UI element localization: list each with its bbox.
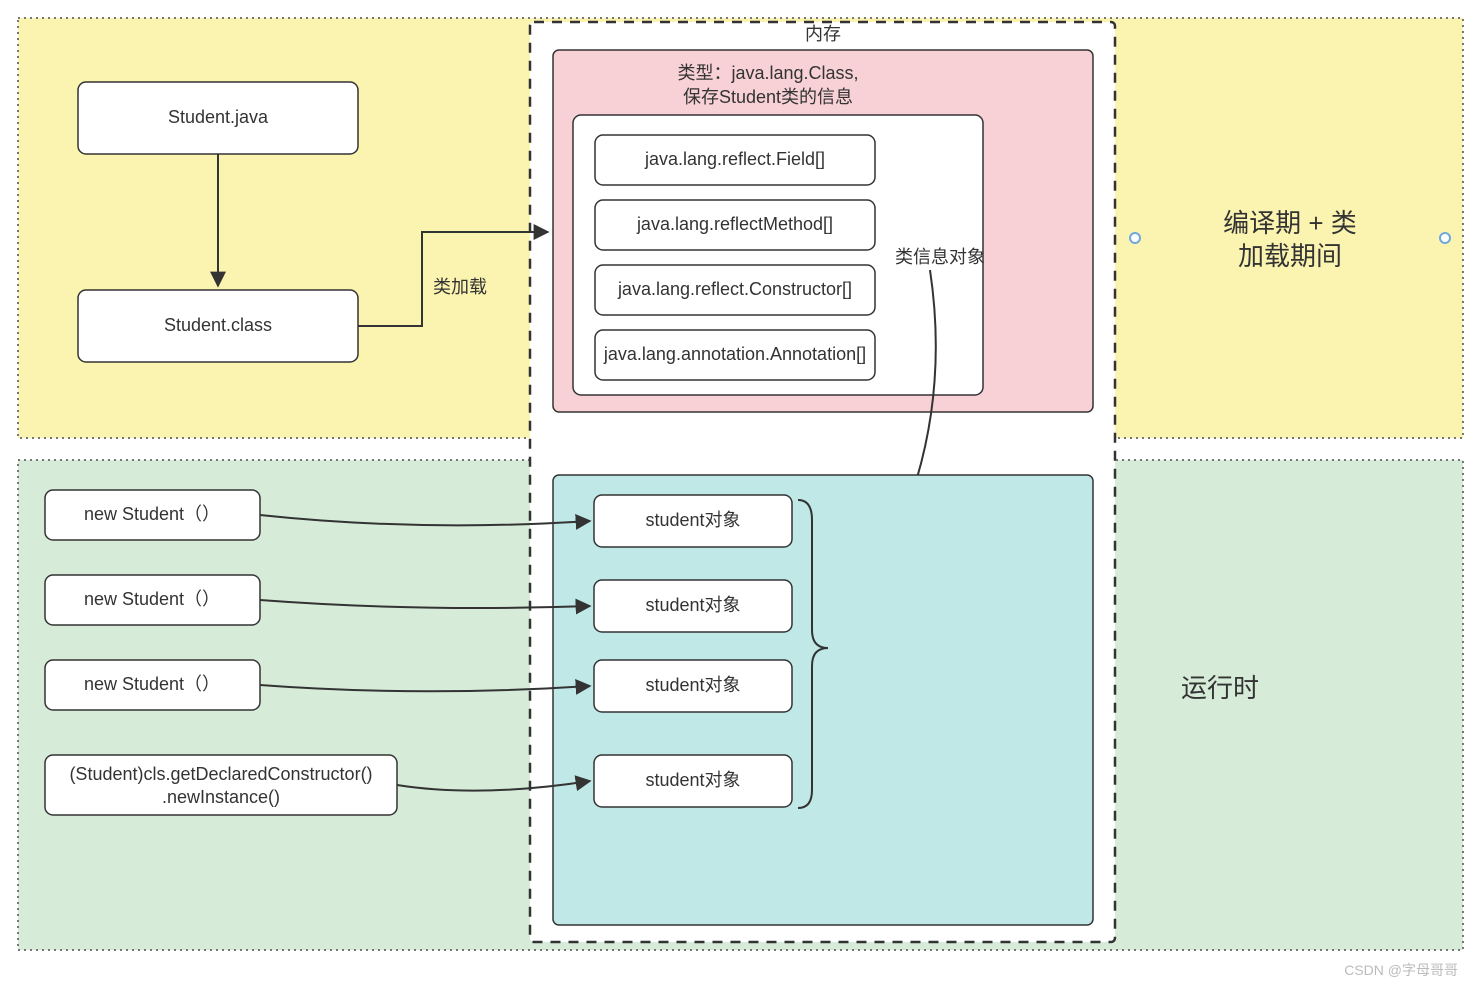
diagram-canvas: 内存 编译期 + 类 加载期间 运行时 Student.java Student… (0, 0, 1475, 985)
student-obj-2: student对象 (645, 675, 740, 695)
class-info-item-1: java.lang.reflectMethod[] (636, 214, 833, 234)
watermark: CSDN @字母哥哥 (1344, 962, 1458, 978)
class-file-label: Student.class (164, 315, 272, 335)
compile-phase-label-2: 加载期间 (1238, 241, 1342, 271)
compile-phase-label-1: 编译期 + 类 (1223, 208, 1357, 238)
class-info-side-label: 类信息对象 (895, 247, 985, 267)
runtime-call-1: new Student（） (84, 589, 220, 609)
class-info-item-2: java.lang.reflect.Constructor[] (617, 279, 852, 299)
source-file-label: Student.java (168, 107, 269, 127)
memory-title: 内存 (805, 24, 841, 44)
handle-dot (1130, 233, 1140, 243)
student-obj-0: student对象 (645, 510, 740, 530)
handle-dot (1440, 233, 1450, 243)
class-info-item-0: java.lang.reflect.Field[] (644, 149, 825, 169)
class-info-title-2: 保存Student类的信息 (683, 87, 853, 107)
classload-label: 类加载 (433, 277, 487, 297)
student-obj-1: student对象 (645, 595, 740, 615)
runtime-call-3b: .newInstance() (162, 787, 280, 807)
runtime-call-3a: (Student)cls.getDeclaredConstructor() (69, 764, 372, 784)
class-info-title-1: 类型：java.lang.Class, (677, 63, 858, 83)
class-info-item-3: java.lang.annotation.Annotation[] (603, 344, 866, 364)
runtime-phase-label: 运行时 (1181, 673, 1259, 703)
runtime-call-2: new Student（） (84, 674, 220, 694)
student-obj-3: student对象 (645, 770, 740, 790)
runtime-call-0: new Student（） (84, 504, 220, 524)
